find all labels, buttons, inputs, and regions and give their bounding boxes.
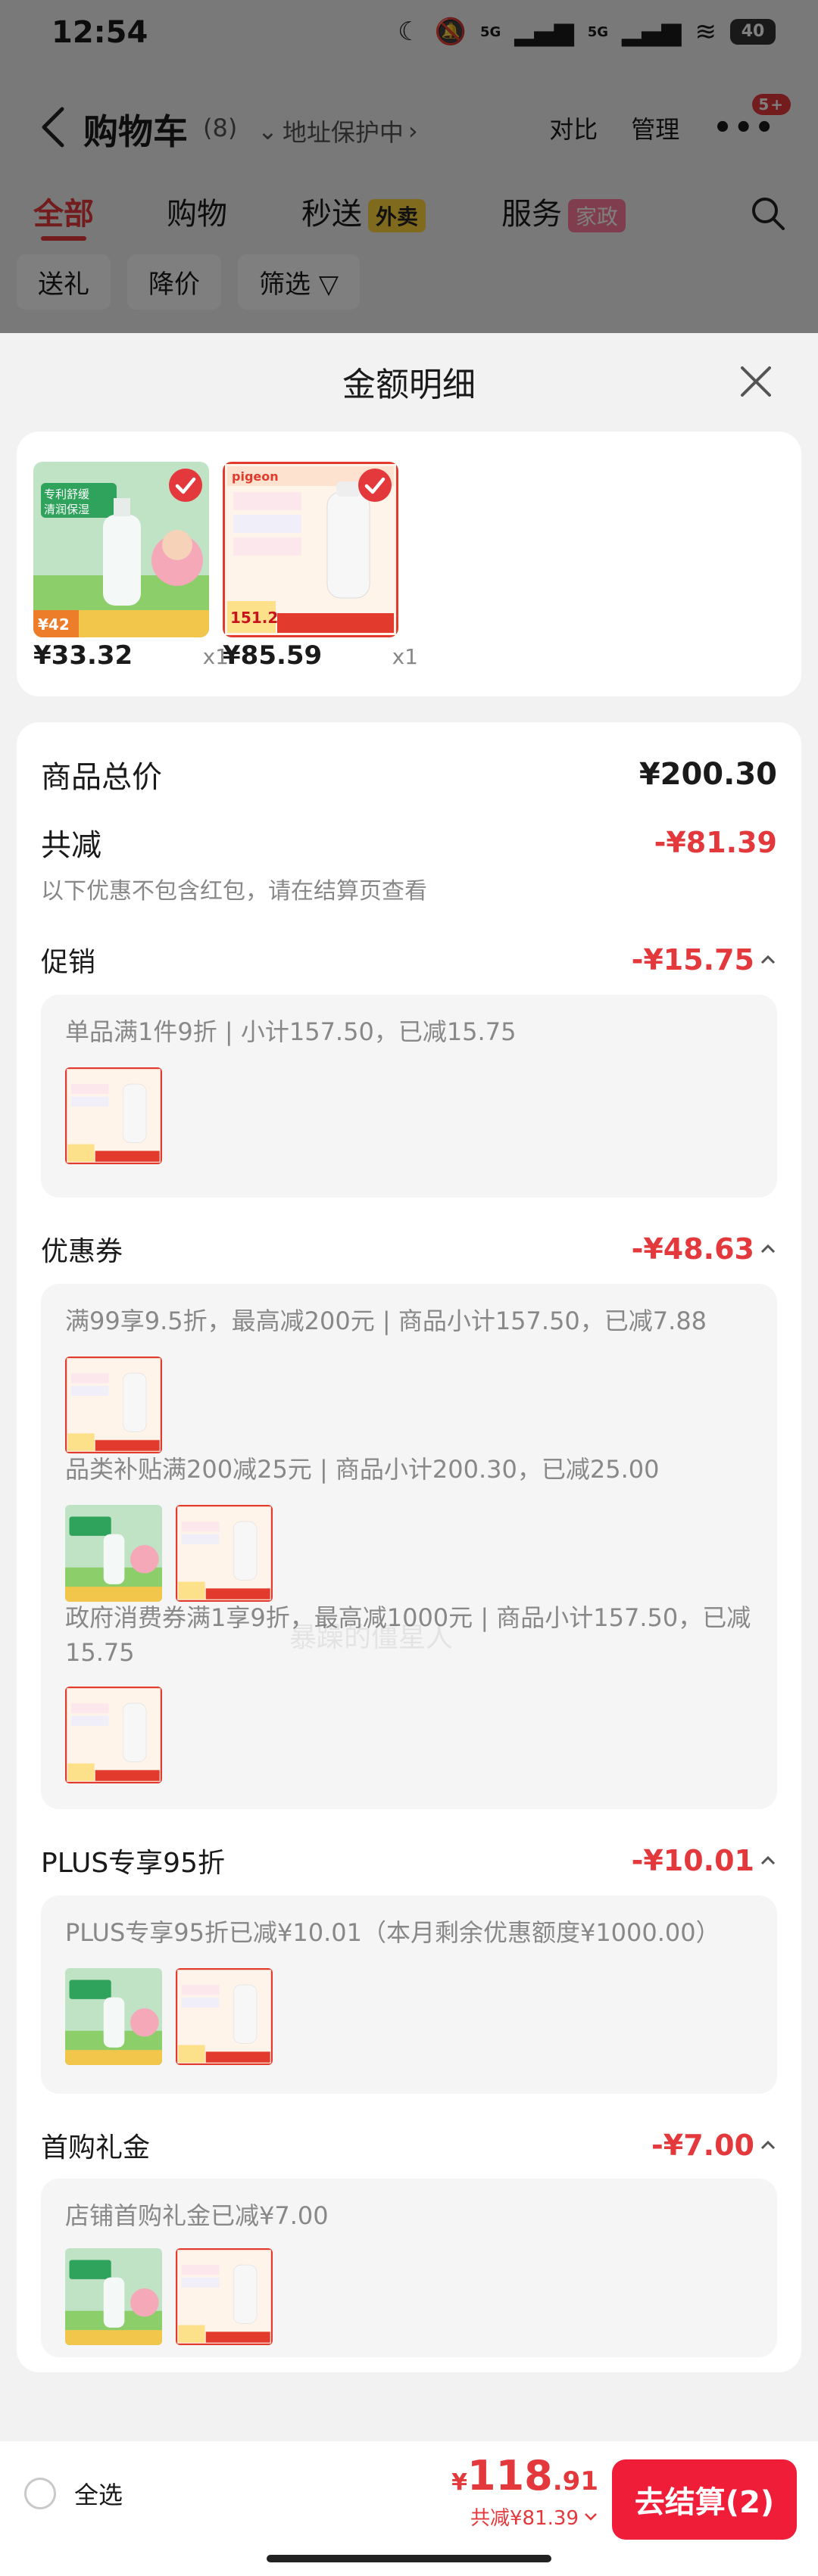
- close-icon[interactable]: [735, 360, 777, 403]
- product-meta: ¥33.32 x1: [33, 640, 229, 671]
- chevron-up-icon: [760, 1244, 776, 1254]
- product-image: pigeon 151.2: [223, 462, 398, 637]
- select-all-toggle[interactable]: 全选: [24, 2476, 123, 2511]
- checkout-bar: 全选 ¥118.91 共减¥81.39 去结算(2): [0, 2441, 818, 2576]
- total-price-value: ¥200.30: [638, 757, 777, 792]
- total-discount-label: 共减: [41, 828, 101, 863]
- product-thumbnail: [65, 1968, 162, 2065]
- chevron-up-icon: [760, 1855, 776, 1865]
- total-discount-value: -¥81.39: [654, 826, 777, 859]
- product-thumbnail: [65, 1687, 162, 1783]
- total-integer: 118: [467, 2452, 553, 2500]
- plus-text: PLUS专享95折已减¥10.01（本月剩余优惠额度¥1000.00）: [65, 1918, 720, 1947]
- first-purchase-text: 店铺首购礼金已减¥7.00: [65, 2201, 329, 2230]
- product-thumbnail: [65, 1357, 162, 1453]
- total-discount-row: 共减 -¥81.39: [41, 821, 777, 864]
- checked-icon[interactable]: [168, 468, 203, 503]
- saved-text: 共减¥81.39: [470, 2507, 579, 2530]
- checkout-button[interactable]: 去结算(2): [612, 2459, 797, 2540]
- chevron-up-icon: [760, 2140, 776, 2150]
- plus-detail-box: PLUS专享95折已减¥10.01（本月剩余优惠额度¥1000.00）: [41, 1895, 777, 2094]
- product-thumbnail: [65, 2248, 162, 2345]
- select-all-label: 全选: [74, 2481, 123, 2509]
- plus-value: -¥10.01: [631, 1844, 754, 1877]
- promo-value: -¥15.75: [631, 943, 754, 977]
- checked-icon[interactable]: [357, 468, 392, 503]
- promo-label: 促销: [41, 947, 96, 978]
- amount-detail-card: 商品总价 ¥200.30 共减 -¥81.39 以下优惠不包含红包，请在结算页查…: [17, 722, 801, 2372]
- svg-text:pigeon: pigeon: [232, 469, 279, 484]
- first-purchase-value: -¥7.00: [651, 2129, 754, 2162]
- selected-products-card: 专利舒缓 清润保湿 ¥42 ¥33.32 x1 pigeon 151.2 ¥85…: [17, 431, 801, 696]
- total-price-label: 商品总价: [41, 760, 162, 795]
- total-decimal: .91: [552, 2466, 598, 2497]
- product-quantity: x1: [392, 644, 418, 669]
- product-meta: ¥85.59 x1: [223, 640, 418, 671]
- product-thumbnail: [176, 1505, 273, 1602]
- amount-detail-sheet: 金额明细 专利舒缓 清润保湿 ¥42 ¥33.32 x1 pigeon 151.…: [0, 333, 818, 2576]
- product-thumbnail: [176, 1968, 273, 2065]
- product-thumbnail: [65, 1505, 162, 1602]
- total-price-row: 商品总价 ¥200.30: [41, 752, 777, 796]
- radio-icon: [24, 2478, 56, 2509]
- product-price: ¥33.32: [33, 640, 133, 671]
- total-amount: ¥118.91: [451, 2452, 598, 2500]
- plus-label: PLUS专享95折: [41, 1848, 225, 1879]
- product-item[interactable]: 专利舒缓 清润保湿 ¥42 ¥33.32 x1: [33, 462, 230, 671]
- total-summary[interactable]: ¥118.91 共减¥81.39: [451, 2452, 598, 2531]
- promo-header[interactable]: 促销 -¥15.75: [41, 940, 777, 980]
- first-purchase-detail-box: 店铺首购礼金已减¥7.00: [41, 2179, 777, 2357]
- coupon-label: 优惠券: [41, 1236, 123, 1267]
- sheet-title: 金额明细: [342, 366, 476, 404]
- product-image: 专利舒缓 清润保湿 ¥42: [33, 462, 209, 637]
- product-price: ¥85.59: [223, 640, 323, 671]
- svg-text:151.2: 151.2: [230, 609, 278, 627]
- watermark: 暴躁的僵星人: [289, 1622, 454, 1653]
- coupon-line-2: 品类补贴满200减25元 | 商品小计200.30，已减25.00: [65, 1455, 660, 1484]
- discount-note: 以下优惠不包含红包，请在结算页查看: [41, 878, 427, 905]
- coupon-line-1: 满99享9.5折，最高减200元 | 商品小计157.50，已减7.88: [65, 1307, 707, 1335]
- promo-text: 单品满1件9折 | 小计157.50，已减15.75: [65, 1017, 517, 1046]
- svg-text:¥42: ¥42: [38, 615, 70, 634]
- coupon-detail-box: 满99享9.5折，最高减200元 | 商品小计157.50，已减7.88 品类补…: [41, 1284, 777, 1809]
- sheet-header: 金额明细: [0, 333, 818, 431]
- first-purchase-header[interactable]: 首购礼金 -¥7.00: [41, 2126, 777, 2165]
- currency-symbol: ¥: [451, 2469, 468, 2496]
- promo-detail-box: 单品满1件9折 | 小计157.50，已减15.75: [41, 995, 777, 1198]
- product-thumbnail: [65, 1067, 162, 1164]
- first-purchase-label: 首购礼金: [41, 2132, 151, 2163]
- product-item[interactable]: pigeon 151.2 ¥85.59 x1: [223, 462, 420, 671]
- total-saved: 共减¥81.39: [451, 2503, 598, 2531]
- chevron-down-icon: [585, 2512, 597, 2521]
- plus-header[interactable]: PLUS专享95折 -¥10.01: [41, 1841, 777, 1880]
- coupon-value: -¥48.63: [631, 1232, 754, 1266]
- svg-text:清润保湿: 清润保湿: [44, 503, 89, 516]
- svg-text:专利舒缓: 专利舒缓: [44, 487, 89, 501]
- home-indicator: [267, 2555, 551, 2562]
- chevron-up-icon: [760, 955, 776, 964]
- coupon-header[interactable]: 优惠券 -¥48.63: [41, 1229, 777, 1269]
- product-thumbnail: [176, 2248, 273, 2345]
- modal-overlay[interactable]: [0, 0, 818, 333]
